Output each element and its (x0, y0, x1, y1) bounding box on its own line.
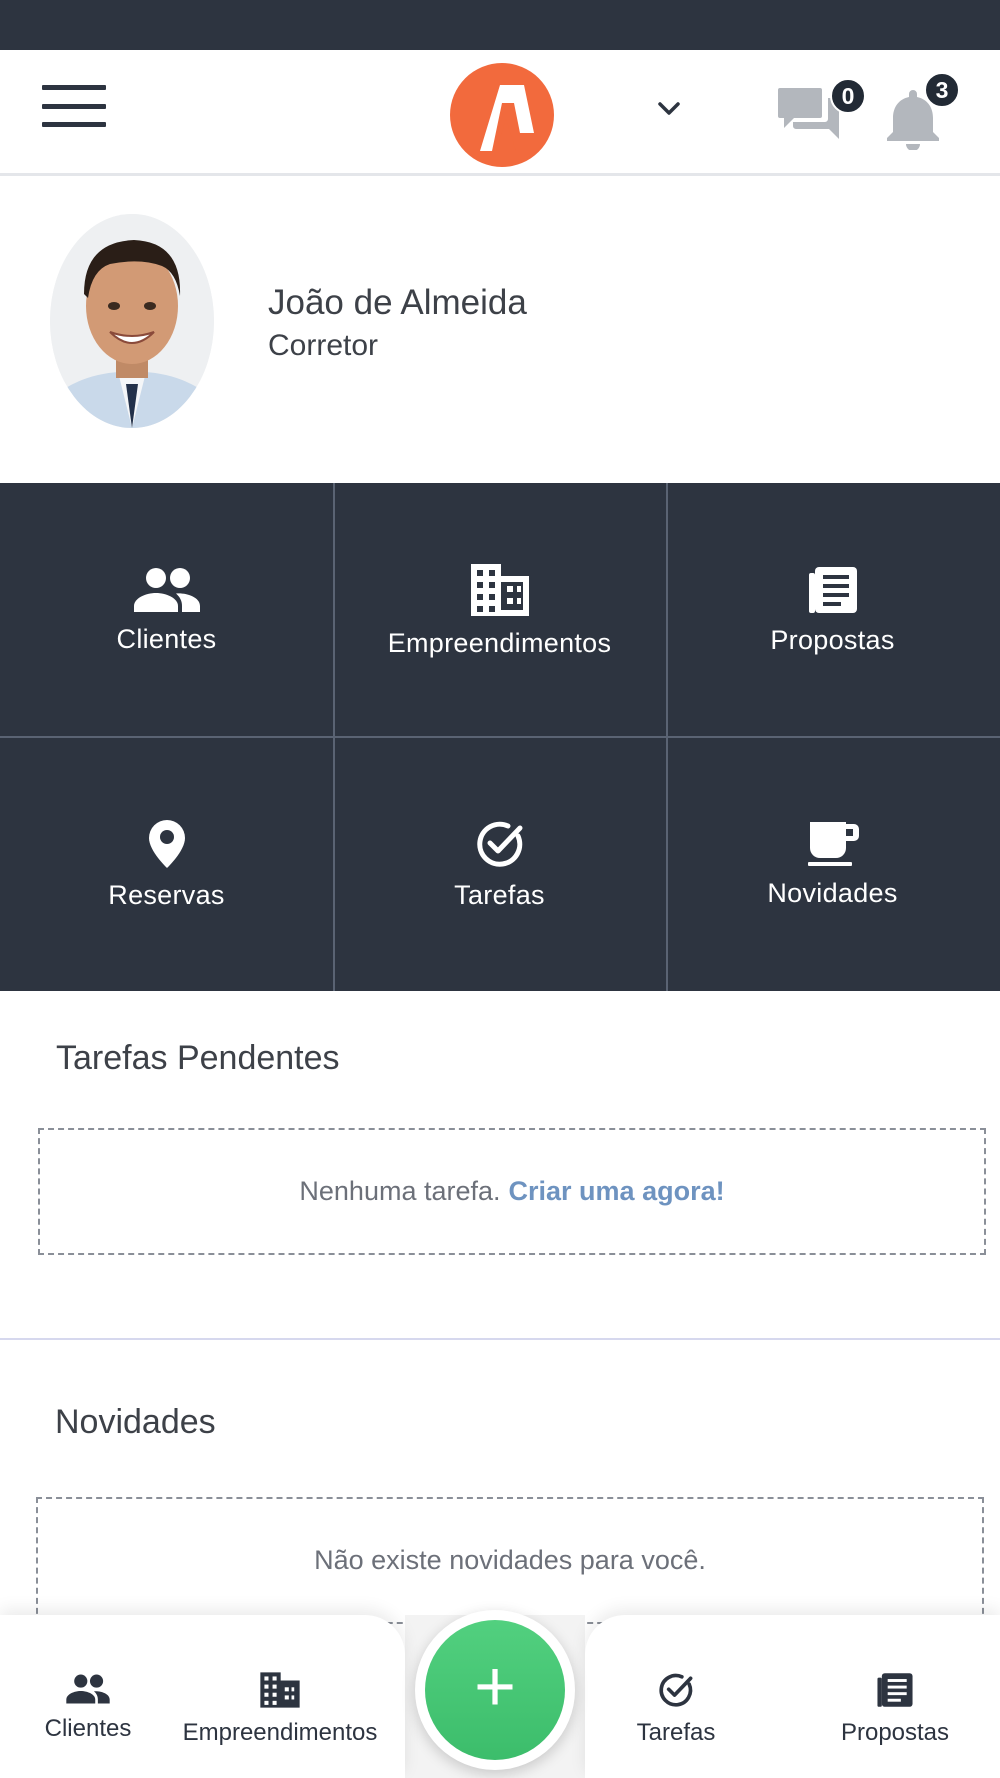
coffee-cup-icon (807, 821, 859, 866)
check-circle-icon (476, 821, 522, 867)
bottom-nav-tarefas[interactable]: Tarefas (636, 1671, 716, 1747)
bottom-nav-label: Empreendimentos (182, 1719, 378, 1746)
news-empty-text: Não existe novidades para você. (314, 1545, 706, 1575)
news-empty-state: Não existe novidades para você. (36, 1497, 984, 1624)
status-bar (0, 0, 1000, 50)
notifications-count-badge: 3 (924, 72, 960, 108)
shortcut-label: Propostas (770, 624, 895, 655)
avatar[interactable] (50, 214, 214, 428)
document-list-icon (877, 1673, 913, 1707)
profile-role: Corretor (268, 329, 379, 362)
tasks-section-title: Tarefas Pendentes (56, 1039, 340, 1077)
bottom-nav-clientes[interactable]: Clientes (44, 1673, 132, 1743)
messages-count-badge: 0 (830, 78, 866, 114)
shortcut-grid: Clientes Empreendimentos Propostas Reser… (0, 483, 1000, 991)
bottom-nav-propostas[interactable]: Propostas (841, 1671, 949, 1747)
bottom-nav-label: Clientes (44, 1715, 132, 1742)
shortcut-tarefas[interactable]: Tarefas (333, 737, 666, 991)
people-icon (66, 1674, 110, 1704)
shortcut-label: Empreendimentos (387, 627, 612, 658)
profile-card: João de Almeida Corretor (0, 179, 1000, 482)
add-fab-button[interactable]: + (425, 1620, 565, 1760)
plus-icon: + (473, 1647, 517, 1727)
shortcut-reservas[interactable]: Reservas (0, 737, 333, 991)
building-icon (470, 563, 529, 616)
shortcut-label: Novidades (767, 877, 898, 908)
bottom-nav-label: Propostas (840, 1719, 950, 1746)
check-circle-icon (659, 1673, 693, 1707)
bottom-nav-empreendimentos[interactable]: Empreendimentos (182, 1671, 378, 1747)
shortcut-propostas[interactable]: Propostas (666, 483, 999, 737)
create-task-link[interactable]: Criar uma agora! (509, 1176, 725, 1207)
news-section-title: Novidades (55, 1403, 216, 1441)
app-logo[interactable] (450, 63, 554, 167)
shortcut-label: Clientes (116, 623, 217, 654)
shortcut-label: Tarefas (454, 879, 545, 910)
chevron-down-icon[interactable] (654, 96, 684, 122)
location-pin-icon (148, 819, 185, 868)
shortcut-empreendimentos[interactable]: Empreendimentos (333, 483, 666, 737)
shortcut-novidades[interactable]: Novidades (666, 737, 999, 991)
tasks-empty-state: Nenhuma tarefa. Criar uma agora! (38, 1128, 986, 1255)
people-icon (133, 567, 200, 612)
hamburger-menu-icon[interactable] (40, 82, 108, 130)
shortcut-clientes[interactable]: Clientes (0, 483, 333, 737)
bottom-nav-label: Tarefas (636, 1719, 716, 1746)
shortcut-label: Reservas (108, 879, 225, 910)
tasks-empty-text: Nenhuma tarefa. (299, 1176, 501, 1206)
section-divider (0, 1338, 1000, 1340)
document-list-icon (808, 566, 857, 613)
profile-name: João de Almeida (268, 283, 527, 322)
building-icon (260, 1672, 300, 1708)
